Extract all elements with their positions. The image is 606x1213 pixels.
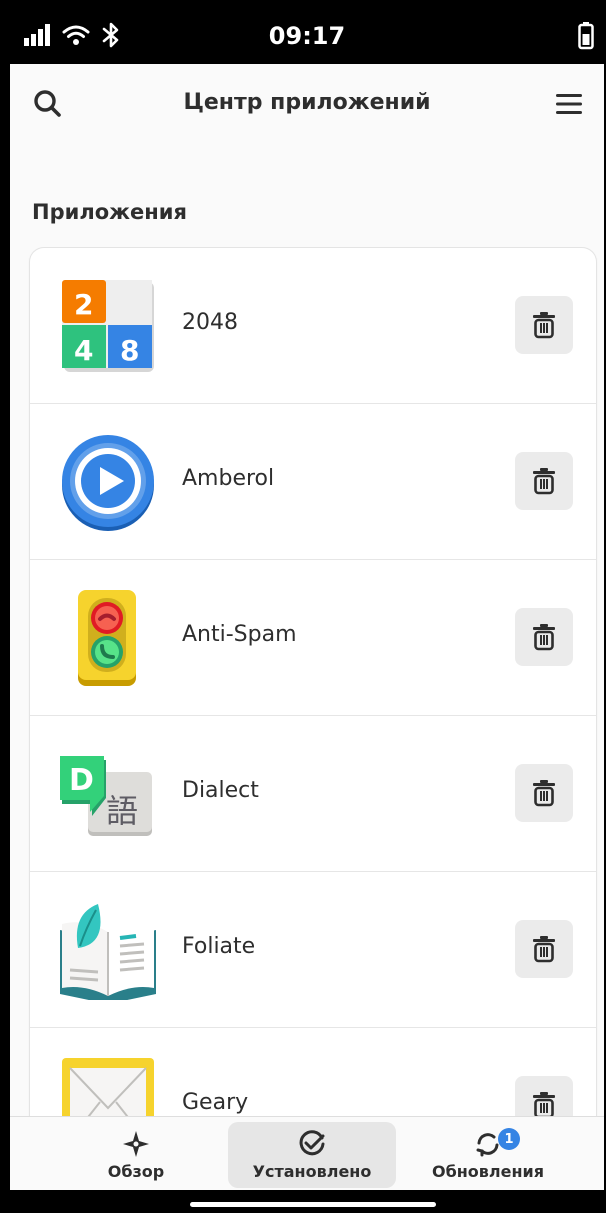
list-item[interactable]: Amberol: [30, 404, 596, 560]
app-name: Dialect: [182, 778, 259, 803]
app-name: Geary: [182, 1090, 249, 1115]
anti-spam-icon: [58, 588, 158, 688]
list-item[interactable]: 2 4 8 2048: [30, 248, 596, 404]
uninstall-button[interactable]: [515, 608, 573, 666]
tile-8-label: 8: [120, 334, 139, 367]
app-name: Foliate: [182, 934, 256, 959]
uninstall-button[interactable]: [515, 452, 573, 510]
uninstall-button[interactable]: [515, 296, 573, 354]
installed-apps-list: 2 4 8 2048 Amberol Anti-Spam 語 D Dialect…: [30, 248, 596, 1148]
tile-2-label: 2: [74, 288, 93, 321]
section-title: Приложения: [32, 200, 187, 224]
app-screen: Центр приложений Приложения 2 4 8 2048 A…: [10, 64, 604, 1190]
bottom-navigation: Обзор Установлено 1 Обновления: [10, 1116, 604, 1190]
list-item[interactable]: Foliate: [30, 872, 596, 1028]
list-item[interactable]: Anti-Spam: [30, 560, 596, 716]
2048-icon: 2 4 8: [58, 276, 158, 376]
list-item[interactable]: 語 D Dialect: [30, 716, 596, 872]
nav-label: Установлено: [252, 1162, 372, 1181]
battery-icon: [578, 22, 594, 54]
home-indicator[interactable]: [190, 1202, 436, 1207]
dialect-icon: 語 D: [58, 744, 158, 844]
trash-icon: [533, 1092, 555, 1119]
header-bar: Центр приложений: [10, 64, 604, 144]
uninstall-button[interactable]: [515, 764, 573, 822]
nav-label: Обновления: [431, 1162, 545, 1181]
tile-4-label: 4: [74, 334, 93, 367]
trash-icon: [533, 936, 555, 963]
trash-icon: [533, 312, 555, 339]
main-menu-button[interactable]: [554, 90, 584, 118]
nav-installed[interactable]: Установлено: [228, 1122, 396, 1188]
trash-icon: [533, 468, 555, 495]
nav-label: Обзор: [107, 1162, 165, 1181]
status-bar: 09:17: [10, 10, 604, 64]
nav-updates[interactable]: 1 Обновления: [404, 1122, 572, 1188]
updates-count-badge: 1: [498, 1128, 520, 1150]
uninstall-button[interactable]: [515, 920, 573, 978]
amberol-icon: [58, 432, 158, 532]
foliate-icon: [58, 900, 158, 1004]
trash-icon: [533, 780, 555, 807]
installed-check-icon: [299, 1130, 325, 1156]
app-name: Amberol: [182, 466, 275, 491]
hamburger-menu-icon: [556, 94, 582, 114]
app-name: Anti-Spam: [182, 622, 297, 647]
app-name: 2048: [182, 310, 238, 335]
nav-explore[interactable]: Обзор: [52, 1122, 220, 1188]
trash-icon: [533, 624, 555, 651]
page-title: Центр приложений: [183, 90, 431, 115]
dialect-glyph: 語: [106, 792, 138, 830]
explore-icon: [123, 1131, 149, 1157]
status-time: 09:17: [268, 22, 346, 50]
dialect-letter: D: [69, 763, 94, 798]
